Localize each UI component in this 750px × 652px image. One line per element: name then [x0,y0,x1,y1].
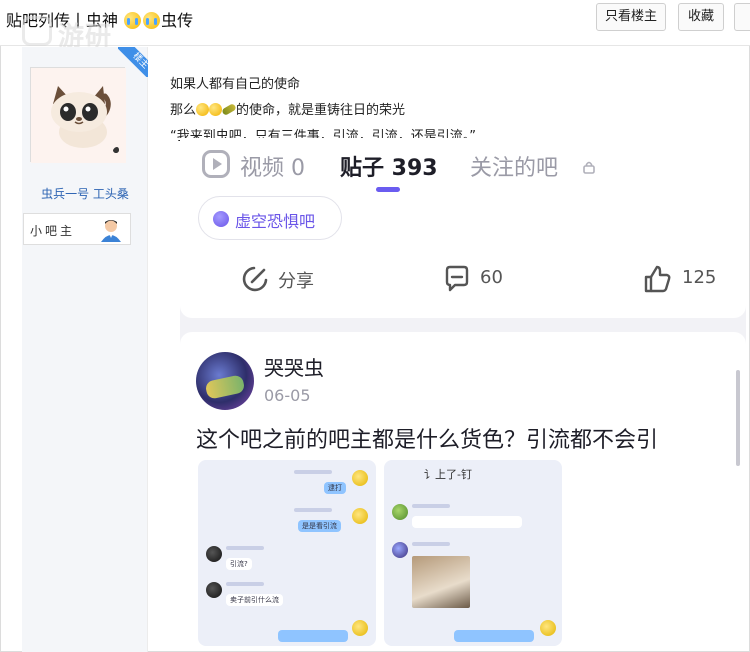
chat-name-tag [294,508,332,512]
chat-avatar [352,470,368,486]
post-line-1: 如果人都有自己的使命 [170,77,301,92]
gamepad-icon [22,16,52,46]
cat-photo [412,556,470,608]
lock-icon [583,161,595,174]
post-line-2-prefix: 那么 [170,103,197,118]
tab-posts[interactable]: 贴子 393 [340,150,438,182]
comment-count: 60 [480,267,503,288]
chat-name-tag [226,546,264,550]
author-role-box: 小吧主 [23,213,131,245]
share-label: 分享 [278,271,314,292]
embedded-app-screenshot: 视频 0 贴子 393 关注的吧 虚空恐惧吧 分享 60 125 哭哭虫 06-… [180,138,746,650]
planet-icon [213,211,229,227]
video-icon [202,150,230,178]
post-card: 哭哭虫 06-05 这个吧之前的吧主都是什么货色？引流都不会引 逮打 是是看引流… [180,332,746,650]
chat-bubble [412,516,522,528]
chat-bubble [278,630,348,642]
tab-videos[interactable]: 视频 0 [240,150,305,182]
poster-username[interactable]: 哭哭虫 [264,352,324,381]
scrollbar[interactable] [736,370,740,466]
share-icon [242,266,268,292]
emoji-icon [209,103,223,116]
author-name[interactable]: 虫兵一号 工头桑 [22,185,148,202]
chat-name-tag [226,582,264,586]
thumbs-up-icon [644,265,671,293]
forum-chip[interactable]: 虚空恐惧吧 [198,196,342,240]
crying-emoji-icon [143,12,161,29]
chat-avatar [392,504,408,520]
chat-bubble: 逮打 [324,482,346,494]
chat-heading: 讠上了-钉 [424,468,472,481]
chat-bubble [454,630,534,642]
chat-avatar [352,620,368,636]
forum-chip-label: 虚空恐惧吧 [235,212,316,231]
moderator-person-icon [101,220,121,242]
chat-avatar [392,542,408,558]
chat-name-tag [294,470,332,474]
author-avatar[interactable] [30,67,126,163]
post-line-2: 那么 的使命，就是重铸往日的荣光 [170,99,405,118]
like-action[interactable]: 125 [642,262,732,296]
thread-title-suffix: 虫传 [161,11,194,30]
author-role: 小吧主 [30,224,76,238]
share-action[interactable]: 分享 [240,262,330,296]
like-count: 125 [682,267,717,288]
comment-action[interactable]: 60 [442,262,522,296]
post-date: 06-05 [264,386,311,405]
more-button-partial[interactable] [734,3,750,31]
chat-bubble: 卖子前引什么流 [226,594,283,606]
cat-avatar-icon [31,68,126,163]
post-line-2-suffix: 的使命，就是重铸往日的荣光 [236,103,406,118]
comment-icon [445,265,469,292]
profile-card: 视频 0 贴子 393 关注的吧 虚空恐惧吧 分享 60 125 [180,138,746,318]
chat-avatar [540,620,556,636]
chat-avatar [206,582,222,598]
tab-followed-forums[interactable]: 关注的吧 [470,150,558,182]
chat-avatar [352,508,368,524]
chat-bubble: 是是看引流 [298,520,341,532]
only-author-button[interactable]: 只看楼主 [596,3,666,31]
active-tab-indicator [376,187,400,192]
chat-bubble: 引流? [226,558,252,570]
chat-avatar [206,546,222,562]
emoji-icon [196,103,210,116]
chat-screenshot-1[interactable]: 逮打 是是看引流 引流? 卖子前引什么流 [198,460,376,646]
poster-avatar[interactable] [196,352,254,410]
chat-screenshot-2[interactable]: 讠上了-钉 [384,460,562,646]
chat-name-tag [412,542,450,546]
favorite-button[interactable]: 收藏 [678,3,724,31]
chat-name-tag [412,504,450,508]
post-title[interactable]: 这个吧之前的吧主都是什么货色？引流都不会引 [196,422,658,454]
author-panel: 楼主 虫兵一号 工头桑 小吧主 [22,47,148,652]
bug-emoji-icon [221,102,237,117]
